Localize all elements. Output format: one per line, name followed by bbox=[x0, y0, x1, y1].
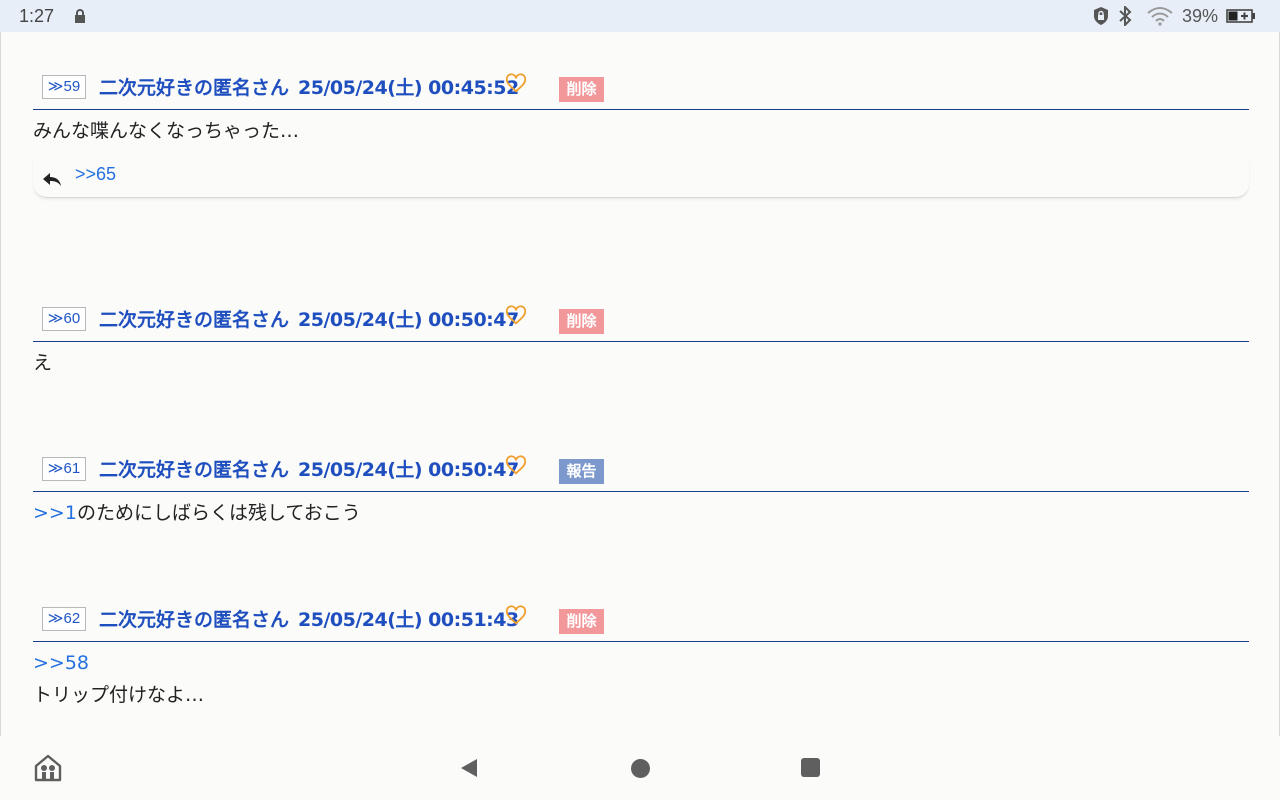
post-date: 25/05/24(土) 00:50:47 bbox=[298, 459, 519, 481]
post-number-button[interactable]: ≫59 bbox=[42, 75, 86, 99]
post-author: 二次元好きの匿名さん bbox=[99, 309, 290, 331]
post-date: 25/05/24(土) 00:45:52 bbox=[298, 77, 519, 99]
heart-icon[interactable] bbox=[505, 454, 527, 476]
wifi-icon bbox=[1147, 7, 1173, 26]
delete-button[interactable]: 削除 bbox=[559, 77, 604, 102]
post-body: >>58 トリップ付けなよ… bbox=[33, 647, 204, 711]
post-number-button[interactable]: ≫60 bbox=[42, 307, 86, 331]
vpn-lock-icon bbox=[1093, 7, 1108, 25]
reply-link[interactable]: >>65 bbox=[75, 164, 116, 185]
reply-bar: >>65 bbox=[33, 159, 1249, 198]
post-number-button[interactable]: ≫62 bbox=[42, 607, 86, 631]
report-button[interactable]: 報告 bbox=[559, 459, 604, 484]
post-author: 二次元好きの匿名さん bbox=[99, 77, 290, 99]
post-body: >>1のためにしばらくは残しておこう bbox=[33, 497, 361, 529]
post-header: ≫62 二次元好きの匿名さん 25/05/24(土) 00:51:43 削除 bbox=[33, 599, 1249, 642]
post-author: 二次元好きの匿名さん bbox=[99, 609, 290, 631]
post-body: え bbox=[33, 352, 53, 374]
navigation-bar bbox=[0, 736, 1280, 800]
delete-button[interactable]: 削除 bbox=[559, 609, 604, 634]
post-text: のためにしばらくは残しておこう bbox=[76, 502, 361, 524]
post-61: ≫61 二次元好きの匿名さん 25/05/24(土) 00:50:47 報告 >… bbox=[33, 449, 1249, 539]
reply-icon bbox=[43, 173, 61, 186]
thread-content[interactable]: ≫59 二次元好きの匿名さん 25/05/24(土) 00:45:52 削除 み… bbox=[0, 32, 1280, 736]
back-icon[interactable] bbox=[458, 757, 480, 779]
post-header: ≫60 二次元好きの匿名さん 25/05/24(土) 00:50:47 削除 bbox=[33, 299, 1249, 342]
heart-icon[interactable] bbox=[505, 72, 527, 94]
post-author: 二次元好きの匿名さん bbox=[99, 459, 290, 481]
anchor-link[interactable]: >>58 bbox=[33, 647, 204, 679]
heart-icon[interactable] bbox=[505, 604, 527, 626]
post-text: トリップ付けなよ… bbox=[33, 684, 205, 706]
post-date: 25/05/24(土) 00:50:47 bbox=[298, 309, 519, 331]
post-62: ≫62 二次元好きの匿名さん 25/05/24(土) 00:51:43 削除 >… bbox=[33, 599, 1249, 736]
bluetooth-icon bbox=[1119, 6, 1132, 26]
status-bar: 1:27 39% bbox=[0, 0, 1280, 32]
battery-icon bbox=[1226, 9, 1255, 23]
home-button-icon[interactable] bbox=[631, 759, 650, 778]
home-icon[interactable] bbox=[33, 753, 63, 783]
delete-button[interactable]: 削除 bbox=[559, 309, 604, 334]
anchor-link[interactable]: >>1 bbox=[33, 502, 77, 524]
post-date: 25/05/24(土) 00:51:43 bbox=[298, 609, 519, 631]
heart-icon[interactable] bbox=[505, 304, 527, 326]
status-time: 1:27 bbox=[19, 6, 55, 26]
post-60: ≫60 二次元好きの匿名さん 25/05/24(土) 00:50:47 削除 え bbox=[33, 299, 1249, 389]
recents-icon[interactable] bbox=[801, 758, 820, 777]
post-59: ≫59 二次元好きの匿名さん 25/05/24(土) 00:45:52 削除 み… bbox=[33, 67, 1249, 233]
post-header: ≫61 二次元好きの匿名さん 25/05/24(土) 00:50:47 報告 bbox=[33, 449, 1249, 492]
post-header: ≫59 二次元好きの匿名さん 25/05/24(土) 00:45:52 削除 bbox=[33, 67, 1249, 110]
battery-percent: 39% bbox=[1181, 5, 1218, 26]
lock-icon bbox=[75, 9, 85, 23]
post-number-button[interactable]: ≫61 bbox=[42, 457, 86, 481]
post-body: みんな喋んなくなっちゃった… bbox=[33, 120, 300, 142]
